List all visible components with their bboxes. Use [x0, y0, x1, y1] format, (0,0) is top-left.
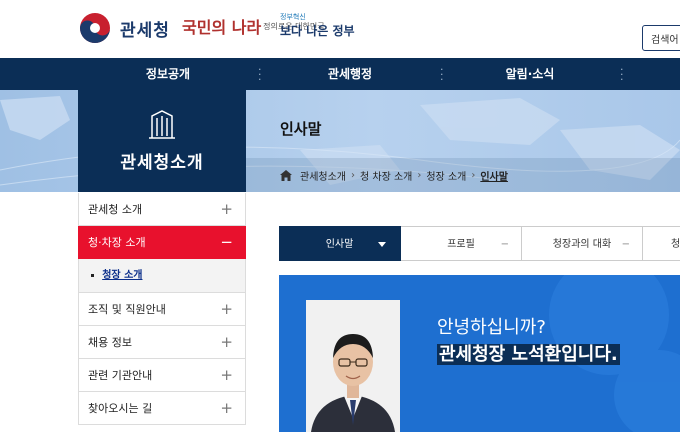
- lnb-item-label: 청·차장 소개: [88, 236, 146, 249]
- tab-greeting[interactable]: 인사말: [279, 226, 401, 261]
- gnb-divider: · · ·: [258, 63, 262, 86]
- tab-label: 청장과의 대화: [552, 239, 612, 250]
- tab-label: 청: [671, 239, 680, 250]
- side-nav: 관세청 소개 + 청·차장 소개 − 청장 소개 조직 및 직원안내 + 채용 …: [78, 193, 246, 425]
- gov-innovation-logo[interactable]: 정부혁신 보다 나은 정부: [280, 12, 355, 39]
- section-title-box: 관세청소개: [78, 90, 246, 192]
- greeting-prefix: 관세청장: [439, 344, 512, 365]
- plus-icon: +: [220, 399, 233, 417]
- caret-down-icon: [378, 242, 386, 247]
- gnb-divider: · · ·: [440, 63, 444, 86]
- gnb-item-info[interactable]: 정보공개: [88, 58, 248, 90]
- gnb-item-news[interactable]: 알림·소식: [450, 58, 610, 90]
- lnb-item-directions[interactable]: 찾아오시는 길 +: [78, 392, 246, 425]
- chevron-right-icon: ›: [351, 170, 355, 181]
- lnb-item-label: 채용 정보: [88, 336, 132, 349]
- gnb-item-customs[interactable]: 관세행정: [270, 58, 430, 90]
- global-nav: 정보공개 · · · 관세행정 · · · 알림·소식 · · ·: [0, 58, 680, 90]
- gov-innovation-bottom: 보다 나은 정부: [280, 24, 355, 38]
- lnb-sub-item-label: 청장 소개: [102, 270, 143, 281]
- lnb-item-about[interactable]: 관세청 소개 +: [78, 193, 246, 226]
- lnb-item-recruit[interactable]: 채용 정보 +: [78, 326, 246, 359]
- lnb-item-label: 조직 및 직원안내: [88, 303, 166, 316]
- greeting-line-1: 안녕하십니까?: [437, 317, 546, 338]
- breadcrumb-current[interactable]: 인사말: [480, 168, 508, 183]
- taegeuk-logo-icon: [80, 13, 110, 43]
- kcs-logo[interactable]: 관세청: [78, 11, 170, 45]
- tab-label: 인사말: [325, 239, 354, 250]
- lnb-sub-item-commissioner-intro[interactable]: 청장 소개: [78, 259, 246, 293]
- plus-icon: +: [220, 366, 233, 384]
- greeting-suffix: 입니다.: [561, 344, 618, 365]
- plus-icon: +: [220, 200, 233, 218]
- tab-more[interactable]: 청: [643, 226, 680, 261]
- gov-innovation-top: 정부혁신: [280, 13, 306, 21]
- greeting-line-2: 관세청장 노석환입니다.: [437, 340, 620, 366]
- home-icon[interactable]: [280, 170, 292, 181]
- breadcrumb-item[interactable]: 관세청소개: [300, 168, 346, 183]
- minus-icon: −: [220, 233, 233, 251]
- page-title: 인사말: [280, 120, 322, 138]
- plus-icon: +: [220, 333, 233, 351]
- lnb-item-related-orgs[interactable]: 관련 기관안내 +: [78, 359, 246, 392]
- dash-icon: −: [500, 239, 509, 250]
- content-tabs: 인사말 프로필 − 청장과의 대화 − 청: [279, 226, 680, 261]
- lnb-item-label: 관세청 소개: [88, 203, 143, 216]
- chevron-right-icon: ›: [471, 170, 476, 181]
- slogan-main: 국민의 나라: [182, 18, 262, 37]
- greeting-highlight: 관세청장 노석환입니다.: [437, 344, 620, 365]
- gnb-divider: · · ·: [620, 63, 624, 86]
- tab-conversation[interactable]: 청장과의 대화 −: [522, 226, 643, 261]
- lnb-item-label: 찾아오시는 길: [88, 402, 153, 415]
- breadcrumb-item[interactable]: 청 차장 소개: [360, 168, 412, 183]
- tab-label: 프로필: [447, 239, 475, 250]
- logo-text: 관세청: [120, 20, 170, 41]
- plus-icon: +: [220, 300, 233, 318]
- section-title: 관세청소개: [120, 153, 204, 173]
- chevron-right-icon: ›: [417, 170, 422, 181]
- lnb-item-commissioner[interactable]: 청·차장 소개 −: [78, 226, 246, 259]
- breadcrumb-item[interactable]: 청장 소개: [426, 168, 466, 183]
- lnb-item-organization[interactable]: 조직 및 직원안내 +: [78, 293, 246, 326]
- search-button[interactable]: 검색어: [642, 25, 680, 51]
- site-header: 관세청 국민의 나라 정의로운 대한민국 정부혁신 보다 나은 정부 검색어: [0, 0, 680, 58]
- dash-icon: −: [621, 239, 630, 250]
- breadcrumb: 관세청소개 › 청 차장 소개 › 청장 소개 › 인사말: [280, 168, 508, 183]
- portrait-image: [306, 300, 400, 432]
- bullet-icon: [91, 273, 94, 277]
- building-icon: [149, 110, 175, 139]
- lnb-item-label: 관련 기관안내: [88, 369, 153, 382]
- tab-profile[interactable]: 프로필 −: [401, 226, 522, 261]
- commissioner-name: 노석환: [511, 344, 562, 365]
- commissioner-photo: [306, 300, 400, 432]
